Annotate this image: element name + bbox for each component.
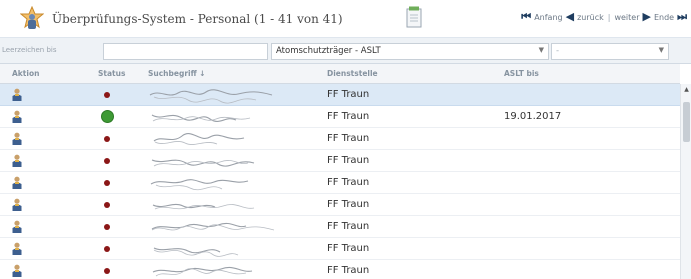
prev-page-link[interactable]: zurück — [577, 13, 604, 22]
table-row[interactable]: FF Traun — [0, 128, 680, 150]
dienststelle-cell: FF Traun — [327, 177, 370, 188]
aslt-bis-cell: 19.01.2017 — [504, 111, 562, 122]
column-header-aktion[interactable]: Aktion — [12, 69, 39, 78]
table-row[interactable]: FF Traun — [0, 260, 680, 279]
search-input[interactable] — [103, 43, 268, 60]
chevron-down-icon: ▼ — [658, 46, 664, 54]
redacted-name — [153, 247, 239, 257]
table-row[interactable]: FF Traun — [0, 238, 680, 260]
export-document-icon[interactable] — [405, 6, 423, 28]
table-row[interactable]: FF Traun 19.01.2017 — [0, 106, 680, 128]
person-icon[interactable] — [12, 198, 22, 212]
dienststelle-cell: FF Traun — [327, 155, 370, 166]
table-row[interactable]: FF Traun — [0, 150, 680, 172]
redacted-name — [152, 203, 255, 210]
first-page-link[interactable]: Anfang — [534, 13, 562, 22]
person-icon[interactable] — [12, 176, 22, 190]
chevron-down-icon: ▼ — [538, 46, 544, 54]
status-indicator — [104, 202, 110, 208]
redacted-name — [152, 266, 253, 277]
table-body: FF Traun FF Traun 19.01.2017 FF Traun FF Tra… — [0, 84, 680, 279]
page-title: Überprüfungs-System - Personal (1 - 41 v… — [52, 12, 343, 26]
redacted-name — [149, 89, 273, 104]
status-indicator — [104, 224, 110, 230]
dienststelle-cell: FF Traun — [327, 265, 370, 276]
person-icon[interactable] — [12, 88, 22, 102]
redacted-name — [151, 159, 255, 167]
status-indicator — [104, 180, 110, 186]
title-bar: Überprüfungs-System - Personal (1 - 41 v… — [0, 0, 691, 38]
pagination: ⏮ Anfang ◀ zurück | weiter ▶ Ende ⏭ — [521, 11, 687, 22]
prev-page-icon[interactable]: ◀ — [566, 11, 574, 22]
status-indicator — [104, 158, 110, 164]
column-header-dienststelle[interactable]: Dienststelle — [327, 69, 378, 78]
dienststelle-cell: FF Traun — [327, 89, 370, 100]
category-select[interactable]: Atomschutzträger - ASLT ▼ — [271, 43, 549, 60]
person-icon[interactable] — [12, 110, 22, 124]
column-header-suchbegriff[interactable]: Suchbegriff ↓ — [148, 69, 206, 78]
filter-bar: Leerzeichen bis Atomschutzträger - ASLT … — [0, 38, 691, 64]
value-select[interactable]: - ▼ — [551, 43, 669, 60]
redacted-name — [151, 114, 251, 122]
person-icon[interactable] — [12, 154, 22, 168]
next-page-icon[interactable]: ▶ — [643, 11, 651, 22]
value-select-value: - — [556, 46, 560, 56]
category-select-value: Atomschutzträger - ASLT — [276, 46, 381, 56]
first-page-icon[interactable]: ⏮ — [521, 11, 531, 22]
redacted-name — [151, 222, 275, 231]
table-row[interactable]: FF Traun — [0, 172, 680, 194]
pager-separator: | — [607, 12, 611, 22]
dienststelle-cell: FF Traun — [327, 111, 370, 122]
status-indicator — [104, 136, 110, 142]
person-icon[interactable] — [12, 264, 22, 278]
status-indicator — [104, 268, 110, 274]
person-icon[interactable] — [12, 220, 22, 234]
scroll-up-icon[interactable]: ▲ — [682, 86, 691, 94]
dienststelle-cell: FF Traun — [327, 133, 370, 144]
person-icon[interactable] — [12, 132, 22, 146]
dienststelle-cell: FF Traun — [327, 199, 370, 210]
table-row[interactable]: FF Traun — [0, 194, 680, 216]
last-page-link[interactable]: Ende — [654, 13, 674, 22]
dienststelle-cell: FF Traun — [327, 221, 370, 232]
badge-person-icon — [20, 6, 44, 29]
person-icon[interactable] — [12, 242, 22, 256]
column-header-status[interactable]: Status — [98, 69, 125, 78]
next-page-link[interactable]: weiter — [614, 13, 639, 22]
dienststelle-cell: FF Traun — [327, 243, 370, 254]
status-indicator — [104, 246, 110, 252]
scroll-thumb[interactable] — [683, 102, 690, 142]
status-indicator — [104, 92, 110, 98]
filter-label: Leerzeichen bis — [2, 46, 57, 54]
vertical-scrollbar[interactable]: ▲ — [680, 84, 691, 279]
status-indicator — [101, 110, 114, 123]
redacted-name — [150, 179, 249, 191]
table-row[interactable]: FF Traun — [0, 216, 680, 238]
table-header: Aktion Status Suchbegriff ↓ Dienststelle… — [0, 64, 680, 84]
table-row[interactable]: FF Traun — [0, 84, 680, 106]
last-page-icon[interactable]: ⏭ — [677, 11, 687, 22]
column-header-aslt-bis[interactable]: ASLT bis — [504, 69, 539, 78]
redacted-name — [153, 133, 245, 145]
